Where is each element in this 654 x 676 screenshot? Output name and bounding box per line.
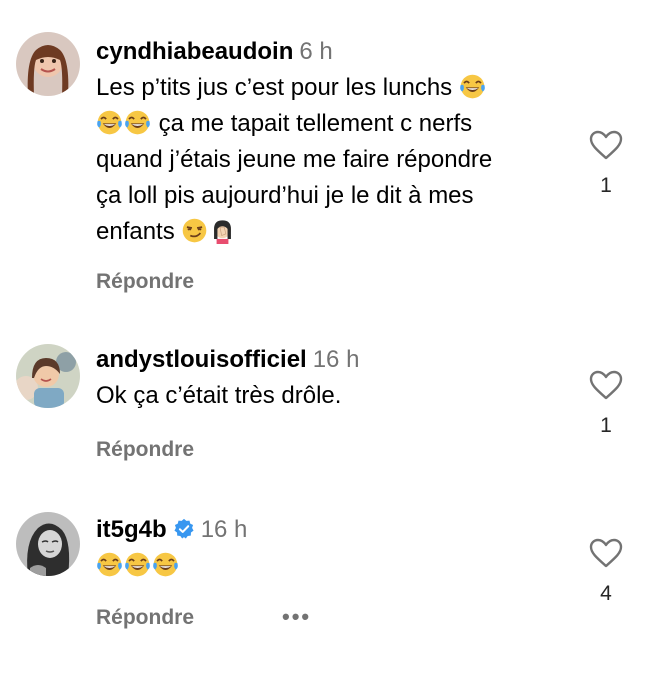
joy-emoji-icon	[152, 551, 179, 578]
comment-text-line: enfants	[96, 218, 182, 245]
timestamp[interactable]: 16 h	[313, 346, 360, 373]
username[interactable]: cyndhiabeaudoin	[96, 38, 293, 65]
like-count[interactable]: 4	[590, 582, 622, 606]
comment-text: Ok ça c’était très drôle.	[96, 382, 342, 409]
more-options-button[interactable]: •••	[282, 604, 311, 630]
timestamp[interactable]: 16 h	[201, 516, 248, 543]
comment-body: cyndhiabeaudoin 6 h Les p’tits jus c’est …	[96, 34, 586, 250]
like-count[interactable]: 1	[590, 414, 622, 438]
heart-icon[interactable]	[589, 370, 623, 400]
comment-header: it5g4b 16 h	[96, 512, 586, 548]
comment-text-line: ça me tapait tellement c nerfs	[152, 110, 473, 137]
smirk-emoji-icon	[181, 217, 208, 244]
joy-emoji-icon	[459, 73, 486, 100]
comment-text: Les p’tits jus c’est pour les lunchs ça …	[96, 70, 586, 250]
heart-icon[interactable]	[589, 538, 623, 568]
reply-button[interactable]: Répondre	[96, 606, 194, 630]
comment-text-line: Les p’tits jus c’est pour les lunchs	[96, 74, 459, 101]
comment-body: it5g4b 16 h	[96, 512, 586, 584]
comment-header: cyndhiabeaudoin 6 h	[96, 34, 586, 70]
reply-button[interactable]: Répondre	[96, 438, 194, 462]
avatar[interactable]	[16, 512, 80, 576]
comment-header: andystlouisofficiel 16 h	[96, 342, 586, 378]
facepalm-emoji-icon	[209, 217, 236, 244]
verified-badge-icon	[174, 518, 194, 539]
like-count[interactable]: 1	[590, 174, 622, 198]
username[interactable]: it5g4b	[96, 516, 167, 543]
comment-text	[96, 548, 586, 584]
joy-emoji-icon	[96, 109, 123, 136]
avatar[interactable]	[16, 344, 80, 408]
comment-body: andystlouisofficiel 16 h Ok ça c’était tr…	[96, 342, 586, 414]
joy-emoji-icon	[124, 109, 151, 136]
avatar[interactable]	[16, 32, 80, 96]
reply-button[interactable]: Répondre	[96, 270, 194, 294]
comment-text-line: quand j’étais jeune me faire répondre	[96, 146, 493, 173]
joy-emoji-icon	[124, 551, 151, 578]
heart-icon[interactable]	[589, 130, 623, 160]
username[interactable]: andystlouisofficiel	[96, 346, 307, 373]
timestamp[interactable]: 6 h	[299, 38, 332, 65]
joy-emoji-icon	[96, 551, 123, 578]
comment-text-line: ça loll pis aujourd’hui je le dit à mes	[96, 182, 474, 209]
